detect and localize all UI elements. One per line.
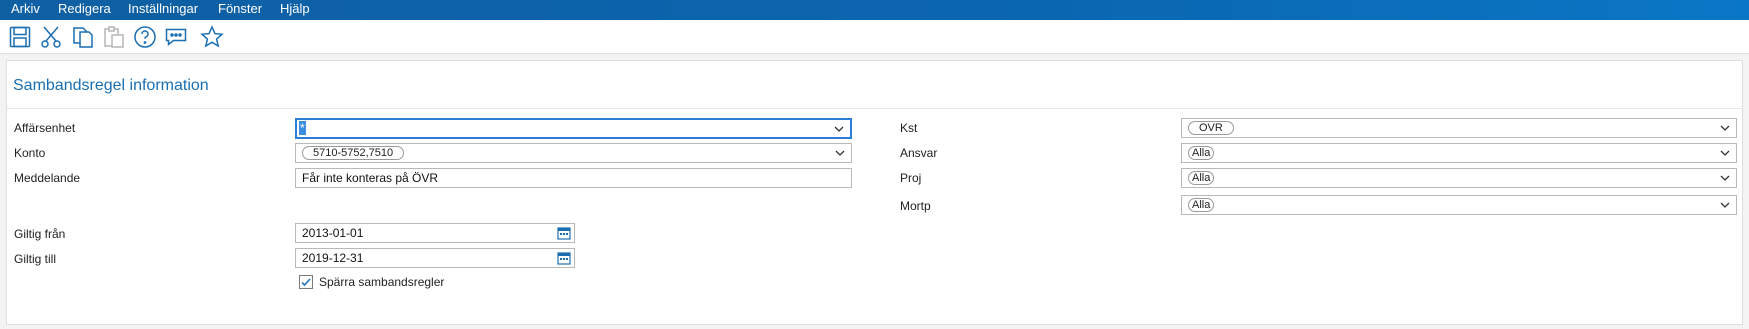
save-button[interactable]: [7, 24, 33, 50]
menu-installningar[interactable]: Inställningar: [128, 0, 198, 20]
mortp-label: Mortp: [900, 199, 931, 213]
chevron-down-icon: [1720, 175, 1730, 181]
meddelande-label: Meddelande: [14, 171, 81, 185]
comment-button[interactable]: [163, 24, 189, 50]
comment-icon: [165, 28, 187, 47]
ansvar-dropdown[interactable]: Alla: [1181, 143, 1737, 163]
chevron-down-icon: [1720, 202, 1730, 208]
kst-label: Kst: [900, 121, 918, 135]
divider: [7, 108, 1742, 109]
sparra-sambandsregler-label: Spärra sambandsregler: [319, 275, 445, 289]
giltig-till-label: Giltig till: [14, 252, 57, 266]
chevron-down-icon: [834, 126, 844, 132]
affarsenhet-dropdown[interactable]: *: [295, 118, 852, 139]
chevron-down-icon: [835, 150, 845, 156]
konto-label: Konto: [14, 146, 46, 160]
affarsenhet-label: Affärsenhet: [14, 121, 76, 135]
favorite-button[interactable]: [199, 24, 225, 50]
paste-button[interactable]: [101, 24, 127, 50]
konto-chip[interactable]: 5710-5752,7510: [302, 146, 405, 160]
calendar-icon[interactable]: [557, 226, 571, 240]
help-icon: [134, 26, 156, 48]
chevron-down-icon: [1720, 125, 1730, 131]
menu-redigera[interactable]: Redigera: [58, 0, 111, 20]
paste-icon: [104, 26, 124, 48]
toolbar: [0, 20, 1749, 54]
proj-dropdown[interactable]: Alla: [1181, 168, 1737, 188]
menu-arkiv[interactable]: Arkiv: [11, 0, 40, 20]
help-button[interactable]: [132, 24, 158, 50]
menu-hjalp[interactable]: Hjälp: [280, 0, 310, 20]
copy-icon: [73, 27, 93, 48]
giltig-fran-value: 2013-01-01: [302, 226, 364, 240]
kst-chip[interactable]: OVR: [1188, 121, 1234, 135]
menu-bar: Arkiv Redigera Inställningar Fönster Hjä…: [0, 0, 1749, 20]
kst-dropdown[interactable]: OVR: [1181, 118, 1737, 138]
save-icon: [9, 26, 31, 48]
copy-button[interactable]: [70, 24, 96, 50]
checkmark-icon: [301, 278, 311, 287]
calendar-icon[interactable]: [557, 251, 571, 265]
ansvar-label: Ansvar: [900, 146, 938, 160]
proj-label: Proj: [900, 171, 922, 185]
affarsenhet-value: *: [299, 121, 306, 135]
giltig-till-value: 2019-12-31: [302, 251, 364, 265]
mortp-chip[interactable]: Alla: [1188, 198, 1215, 212]
sparra-sambandsregler-checkbox[interactable]: [299, 275, 313, 289]
proj-chip[interactable]: Alla: [1188, 171, 1215, 185]
giltig-till-date-input[interactable]: 2019-12-31: [295, 248, 575, 268]
chevron-down-icon: [1720, 150, 1730, 156]
panel-title: Sambandsregel information: [13, 77, 209, 94]
konto-dropdown[interactable]: 5710-5752,7510: [295, 143, 852, 163]
meddelande-input[interactable]: Får inte konteras på ÖVR: [295, 168, 852, 188]
giltig-fran-label: Giltig från: [14, 227, 66, 241]
favorite-star-icon: [200, 25, 224, 48]
cut-button[interactable]: [38, 24, 64, 50]
rule-information-panel: Sambandsregel information Affärsenhet Ko…: [6, 60, 1743, 325]
menu-fonster[interactable]: Fönster: [218, 0, 262, 20]
giltig-fran-date-input[interactable]: 2013-01-01: [295, 223, 575, 243]
cut-icon: [41, 26, 61, 48]
meddelande-value: Får inte konteras på ÖVR: [302, 171, 439, 185]
mortp-dropdown[interactable]: Alla: [1181, 195, 1737, 215]
ansvar-chip[interactable]: Alla: [1188, 146, 1215, 160]
